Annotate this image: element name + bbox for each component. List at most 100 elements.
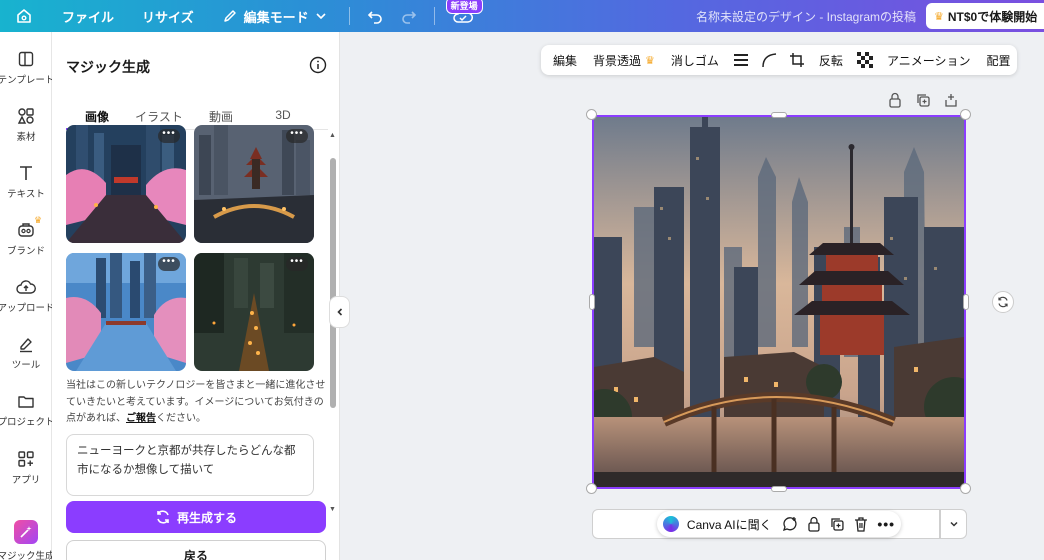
scroll-up-arrow[interactable]: ▲ <box>329 132 336 139</box>
resize-handle-top[interactable] <box>771 112 787 118</box>
magic-wand-icon <box>14 520 38 544</box>
edit-mode-menu[interactable]: 編集モード <box>208 7 341 26</box>
rail-item-text[interactable]: テキスト <box>0 164 52 200</box>
rail-item-apps[interactable]: アプリ <box>0 450 52 486</box>
prompt-input[interactable]: ニューヨークと京都が共存したらどんな都市になるか想像して描いて <box>66 434 314 496</box>
resize-handle-tl[interactable] <box>586 109 597 120</box>
border-style-button[interactable] <box>727 45 755 75</box>
trash-icon[interactable] <box>853 516 869 532</box>
home-icon <box>17 9 31 23</box>
more-icon[interactable]: ••• <box>286 129 308 143</box>
resize-handle-tr[interactable] <box>960 109 971 120</box>
left-rail: テンプレート 素材 テキスト ♛ ブランド アップロード ツール プロジェクト … <box>0 32 55 560</box>
magic-generate-panel: マジック生成 画像 イラスト 動画 3D ••• ••• ••• ••• 当社は… <box>52 32 340 560</box>
resize-handle-right[interactable] <box>963 294 969 310</box>
rail-label: マジック生成 <box>0 551 55 560</box>
resize-handle-br[interactable] <box>960 483 971 494</box>
add-page-icon[interactable] <box>943 92 959 108</box>
page-bar-expand-button[interactable] <box>940 509 967 539</box>
undo-button[interactable] <box>358 0 392 32</box>
pencil-icon <box>223 10 236 22</box>
chevron-down-icon <box>949 521 958 527</box>
crown-icon: ♛ <box>34 215 43 225</box>
generated-image-2[interactable]: ••• <box>194 125 314 243</box>
generated-image-4[interactable]: ••• <box>194 253 314 371</box>
resize-handle-bottom[interactable] <box>771 486 787 492</box>
animate-label: アニメーション <box>886 53 971 68</box>
rail-label: テキスト <box>7 189 45 200</box>
redo-button[interactable] <box>392 0 426 32</box>
more-options-icon[interactable]: ••• <box>877 516 895 532</box>
start-trial-label: NT$0で体験開始 <box>947 9 1038 24</box>
rail-item-upload[interactable]: アップロード <box>0 278 55 314</box>
panel-scrollbar[interactable] <box>330 158 336 408</box>
duplicate-icon[interactable] <box>915 92 931 108</box>
rail-label: アップロード <box>0 303 55 314</box>
rail-label: ブランド <box>6 246 45 257</box>
flip-label: 反転 <box>818 53 843 68</box>
regenerate-button[interactable]: 再生成する <box>66 501 326 533</box>
regenerate-label: 再生成する <box>176 510 237 525</box>
folder-icon <box>18 396 34 408</box>
ask-canva-ai-button[interactable]: Canva AIに聞く <box>687 516 772 533</box>
more-icon[interactable]: ••• <box>158 129 180 143</box>
rail-label: プロジェクト <box>0 417 55 428</box>
rail-label: アプリ <box>11 475 41 486</box>
rail-item-elements[interactable]: 素材 <box>0 107 52 143</box>
undo-icon <box>367 11 382 24</box>
rail-item-brand[interactable]: ♛ ブランド <box>0 215 52 257</box>
chevron-down-icon <box>316 13 326 20</box>
rail-item-magic[interactable]: マジック生成 <box>0 520 55 560</box>
resize-menu[interactable]: リサイズ <box>128 7 208 26</box>
bg-remove-button[interactable]: 背景透過 ♛ <box>585 45 663 75</box>
lock-icon[interactable] <box>887 92 903 108</box>
report-link[interactable]: ご報告 <box>126 413 156 424</box>
home-button[interactable] <box>0 0 48 32</box>
position-label: 配置 <box>986 53 1011 68</box>
edit-button[interactable]: 編集 <box>545 45 585 75</box>
crown-icon: ♛ <box>934 10 944 23</box>
transparency-button[interactable] <box>851 45 879 75</box>
rotate-icon <box>998 296 1008 308</box>
shapes-icon <box>17 108 34 124</box>
crop-icon <box>789 53 804 67</box>
comment-add-icon[interactable] <box>782 516 798 532</box>
crop-button[interactable] <box>783 45 811 75</box>
panel-title: マジック生成 <box>66 59 150 75</box>
file-menu-label: ファイル <box>62 9 115 25</box>
edit-mode-label: 編集モード <box>243 9 309 25</box>
generated-image-3[interactable]: ••• <box>66 253 186 371</box>
chevron-left-icon <box>336 308 342 316</box>
eraser-label: 消しゴム <box>670 53 719 68</box>
position-button[interactable]: 配置 <box>978 45 1018 75</box>
file-menu[interactable]: ファイル <box>48 7 128 26</box>
animate-button[interactable]: アニメーション <box>879 45 979 75</box>
lock-icon[interactable] <box>806 516 822 532</box>
eraser-button[interactable]: 消しゴム <box>663 45 727 75</box>
rail-item-projects[interactable]: プロジェクト <box>0 392 55 428</box>
resize-handle-left[interactable] <box>589 294 595 310</box>
feedback-note: 当社はこの新しいテクノロジーを皆さまと一緒に進化させていきたいと考えています。イ… <box>66 378 328 428</box>
start-trial-button[interactable]: ♛ NT$0で体験開始 <box>926 3 1044 29</box>
collapse-panel-button[interactable] <box>329 296 350 328</box>
back-button[interactable]: 戻る <box>66 540 326 560</box>
document-title[interactable]: 名称未設定のデザイン - Instagramの投稿 <box>696 8 916 25</box>
image-toolbar: 編集 背景透過 ♛ 消しゴム 反転 アニメーション 配置 <box>541 45 1017 75</box>
corner-rounding-button[interactable] <box>755 45 783 75</box>
edit-label: 編集 <box>553 53 578 68</box>
rail-item-template[interactable]: テンプレート <box>0 50 54 86</box>
info-icon[interactable] <box>309 56 327 74</box>
rail-label: ツール <box>11 360 41 371</box>
generated-image-1[interactable]: ••• <box>66 125 186 243</box>
more-icon[interactable]: ••• <box>286 257 308 271</box>
more-icon[interactable]: ••• <box>158 257 180 271</box>
duplicate-icon[interactable] <box>829 516 845 532</box>
rotate-button[interactable] <box>992 291 1014 313</box>
resize-handle-bl[interactable] <box>586 483 597 494</box>
rail-item-tools[interactable]: ツール <box>0 335 52 371</box>
flip-button[interactable]: 反転 <box>811 45 851 75</box>
cloud-save-button[interactable]: 新登場 <box>443 0 483 32</box>
scroll-down-arrow[interactable]: ▼ <box>329 506 336 513</box>
design-canvas-image[interactable] <box>592 115 966 489</box>
draw-icon <box>20 338 32 353</box>
